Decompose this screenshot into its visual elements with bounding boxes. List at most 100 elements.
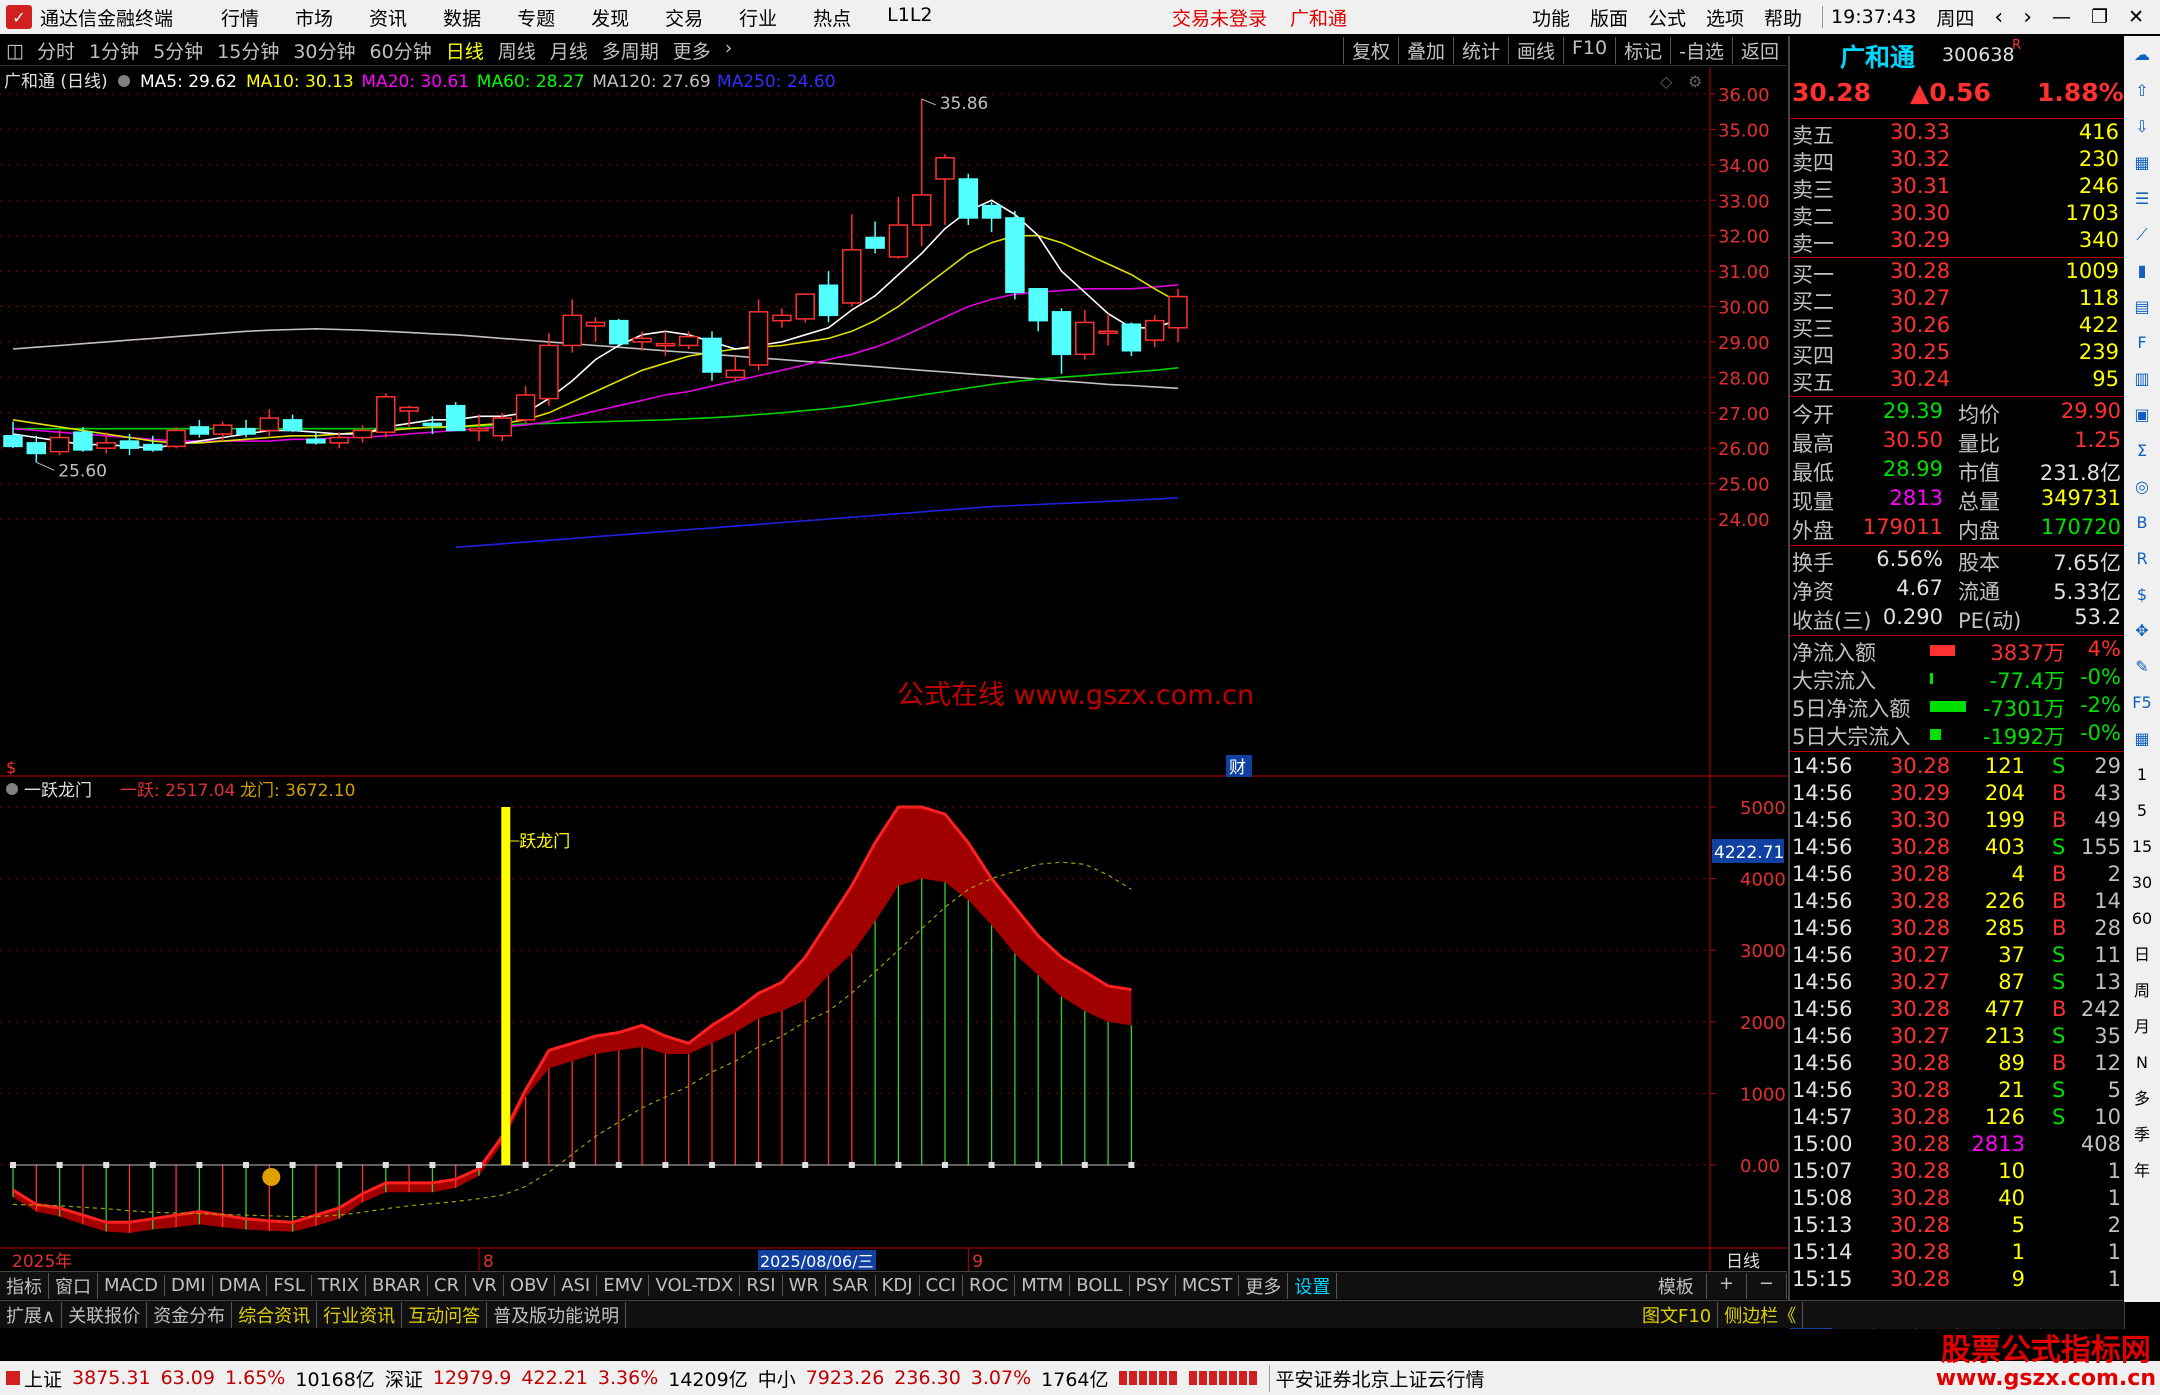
cloud-icon[interactable]: ☁ [2127, 40, 2157, 70]
period-shortcut[interactable]: 年 [2127, 1156, 2157, 1186]
chart-button[interactable]: 标记 [1615, 37, 1670, 64]
panel-toggle-icon[interactable]: ◫ [0, 40, 30, 62]
chart-button[interactable]: F10 [1563, 37, 1615, 64]
period-shortcut[interactable]: 季 [2127, 1120, 2157, 1150]
fin-icon[interactable]: F [2127, 328, 2157, 358]
more-arrow-icon[interactable]: › [718, 37, 740, 64]
indicator-tab[interactable]: VOL-TDX [649, 1275, 741, 1296]
indicator-tab[interactable]: CCI [920, 1275, 963, 1296]
period-shortcut[interactable]: 60 [2127, 904, 2157, 934]
table-icon[interactable]: ▥ [2127, 364, 2157, 394]
indicator-tab[interactable]: MCST [1176, 1275, 1240, 1296]
menu-item[interactable]: 发现 [591, 4, 629, 31]
indicator-tab[interactable]: BOLL [1070, 1275, 1130, 1296]
indicator-tab[interactable]: EMV [597, 1275, 650, 1296]
ma-settings-icon[interactable] [118, 75, 130, 87]
line-chart-icon[interactable]: ⟋ [2127, 220, 2157, 250]
bid-price[interactable]: 30.25 [1890, 340, 1950, 364]
ext-tab[interactable]: 互动问答 [402, 1301, 488, 1328]
f5-icon[interactable]: F5 [2127, 688, 2157, 718]
period-tab[interactable]: 月线 [543, 37, 595, 64]
close-icon[interactable]: ✕ [2128, 6, 2144, 28]
template-button[interactable]: − [1747, 1272, 1787, 1299]
back-icon[interactable]: ‹ [1994, 5, 2003, 30]
period-tab[interactable]: 日线 [439, 37, 491, 64]
menu-item[interactable]: 交易 [665, 4, 703, 31]
bs-icon[interactable]: B [2127, 508, 2157, 538]
cal-icon[interactable]: ▣ [2127, 400, 2157, 430]
chart-button[interactable]: 画线 [1507, 37, 1563, 64]
candlestick-chart[interactable]: 36.00 35.00 34.00 33.00 32.00 31.00 30.00 29.00… [0, 67, 1787, 777]
ask-price[interactable]: 30.33 [1890, 120, 1950, 144]
period-tab[interactable]: 15分钟 [210, 37, 286, 64]
period-tab[interactable]: 5分钟 [146, 37, 210, 64]
ext-tab[interactable]: 资金分布 [147, 1301, 233, 1328]
circle-icon[interactable]: ◎ [2127, 472, 2157, 502]
indicator-tab[interactable]: PSY [1130, 1275, 1176, 1296]
indicator-tab[interactable]: FSL [267, 1275, 312, 1296]
ext-tab[interactable]: 综合资讯 [232, 1301, 318, 1328]
forward-icon[interactable]: › [2023, 5, 2032, 30]
grid-icon[interactable]: ▤ [2127, 292, 2157, 322]
ext-right-button[interactable]: 图文F10 [1636, 1301, 1719, 1328]
ext-tab[interactable]: 关联报价 [62, 1301, 148, 1328]
indicator-tab[interactable]: ROC [963, 1275, 1016, 1296]
right-menu-item[interactable]: 功能 [1532, 4, 1570, 31]
period-shortcut[interactable]: 30 [2127, 868, 2157, 898]
ext-tab[interactable]: 普及版功能说明 [487, 1301, 627, 1328]
bid-price[interactable]: 30.26 [1890, 313, 1950, 337]
period-tab[interactable]: 多周期 [595, 37, 666, 64]
indicator-tab[interactable]: TRIX [312, 1275, 367, 1296]
period-shortcut[interactable]: 日 [2127, 940, 2157, 970]
period-tab[interactable]: 周线 [491, 37, 543, 64]
indicator-tab[interactable]: WR [783, 1275, 826, 1296]
list-icon[interactable]: ☰ [2127, 184, 2157, 214]
bid-price[interactable]: 30.27 [1890, 286, 1950, 310]
indicator-tab[interactable]: 指标 [0, 1272, 49, 1299]
bid-price[interactable]: 30.24 [1890, 367, 1950, 391]
indicator-tab[interactable]: OBV [504, 1275, 556, 1296]
move-icon[interactable]: ✥ [2127, 616, 2157, 646]
diamond-icon[interactable]: ◇ [1660, 72, 1673, 91]
settings-icon[interactable]: ⚙ [1688, 72, 1702, 91]
period-shortcut[interactable]: 5 [2127, 796, 2157, 826]
indicator-tab[interactable]: 设置 [1288, 1272, 1338, 1299]
period-tab[interactable]: 更多 [666, 37, 718, 64]
period-shortcut[interactable]: 月 [2127, 1012, 2157, 1042]
period-shortcut[interactable]: 15 [2127, 832, 2157, 862]
menu-item[interactable]: 资讯 [369, 4, 407, 31]
ask-price[interactable]: 30.32 [1890, 147, 1950, 171]
minimize-icon[interactable]: — [2052, 6, 2071, 28]
indicator-tab[interactable]: ASI [555, 1275, 598, 1296]
period-shortcut[interactable]: 多 [2127, 1084, 2157, 1114]
indicator-tab[interactable]: RSI [740, 1275, 783, 1296]
period-tab[interactable]: 30分钟 [286, 37, 362, 64]
period-tab[interactable]: 60分钟 [363, 37, 439, 64]
trade-status[interactable]: 交易未登录 [1172, 4, 1267, 31]
ask-price[interactable]: 30.31 [1890, 174, 1950, 198]
chart-button[interactable]: 复权 [1342, 37, 1398, 64]
menu-item[interactable]: 热点 [813, 4, 851, 31]
right-menu-item[interactable]: 公式 [1648, 4, 1686, 31]
period-tab[interactable]: 1分钟 [82, 37, 146, 64]
indicator-tab[interactable]: CR [428, 1275, 467, 1296]
indicator-tab[interactable]: MTM [1015, 1275, 1071, 1296]
right-menu-item[interactable]: 帮助 [1764, 4, 1802, 31]
chart-button[interactable]: 返回 [1731, 37, 1787, 64]
ind-settings-icon[interactable] [6, 783, 18, 795]
menu-item[interactable]: 数据 [443, 4, 481, 31]
menu-item[interactable]: 行情 [221, 4, 259, 31]
ext-tab[interactable]: 行业资讯 [317, 1301, 403, 1328]
period-shortcut[interactable]: 周 [2127, 976, 2157, 1006]
grid2-icon[interactable]: ▦ [2127, 724, 2157, 754]
restore-icon[interactable]: ❐ [2091, 6, 2108, 28]
period-tab[interactable]: 分时 [30, 37, 82, 64]
chart-button[interactable]: 统计 [1452, 37, 1508, 64]
right-menu-item[interactable]: 选项 [1706, 4, 1744, 31]
indicator-tab[interactable]: KDJ [876, 1275, 920, 1296]
indicator-tab[interactable]: SAR [826, 1275, 876, 1296]
arrow-up-icon[interactable]: ⇧ [2127, 76, 2157, 106]
indicator-tab[interactable]: 窗口 [49, 1272, 98, 1299]
ext-tab[interactable]: 扩展∧ [0, 1301, 63, 1328]
chart-button[interactable]: 叠加 [1397, 37, 1453, 64]
